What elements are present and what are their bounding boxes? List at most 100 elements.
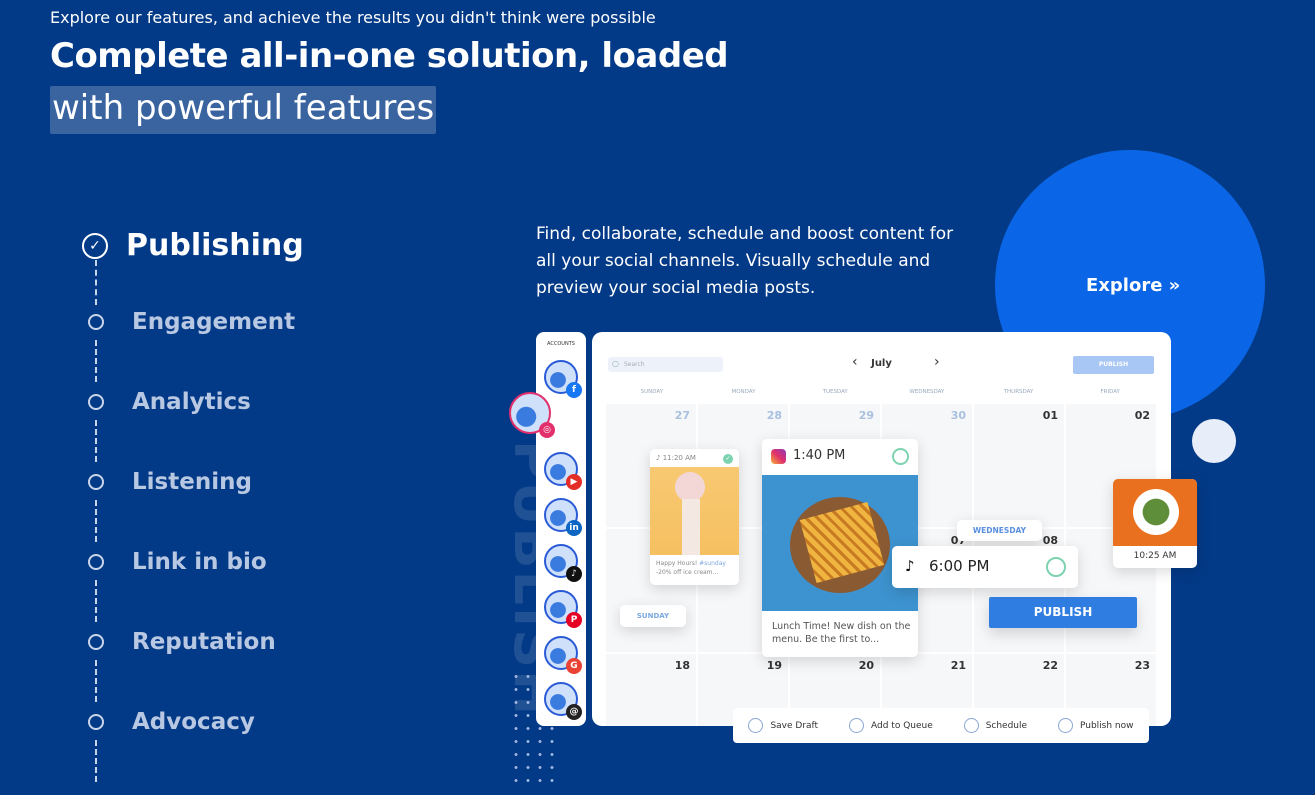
publish-top-button[interactable]: PUBLISH xyxy=(1073,356,1154,374)
weekday-header: SUNDAY MONDAY TUESDAY WEDNESDAY THURSDAY FRID… xyxy=(606,389,1156,395)
post-card-salad[interactable]: 10:25 AM xyxy=(1113,479,1197,568)
date-number: 18 xyxy=(674,659,690,672)
feature-description: Find, collaborate, schedule and boost co… xyxy=(536,224,954,298)
tiktok-icon: ♪ xyxy=(905,557,915,575)
status-circle-icon xyxy=(892,448,909,465)
nav-connector xyxy=(95,420,97,462)
feature-reputation[interactable]: Reputation xyxy=(82,629,276,655)
decorative-circle xyxy=(1192,419,1236,463)
nav-connector xyxy=(95,260,97,305)
chevron-right-icon[interactable]: › xyxy=(934,354,940,370)
nav-connector xyxy=(95,660,97,702)
date-number: 20 xyxy=(858,659,874,672)
post-caption: Happy Hours! xyxy=(656,560,700,567)
date-number: 29 xyxy=(858,409,874,422)
feature-listening[interactable]: Listening xyxy=(82,469,252,495)
account-linkedin[interactable]: in xyxy=(544,498,582,536)
feature-publishing[interactable]: ✓ Publishing xyxy=(82,228,304,263)
linkedin-icon: in xyxy=(566,520,582,536)
feature-advocacy[interactable]: Advocacy xyxy=(82,709,255,735)
date-number: 23 xyxy=(1134,659,1150,672)
post-caption: Lunch Time! New dish on the menu. Be the… xyxy=(772,621,911,645)
option-save-draft[interactable]: Save Draft xyxy=(748,718,818,733)
account-tiktok[interactable]: ♪ xyxy=(544,544,582,582)
wednesday-tag: WEDNESDAY xyxy=(957,520,1042,541)
circle-icon xyxy=(88,554,104,570)
account-google[interactable]: G xyxy=(544,636,582,674)
date-number: 22 xyxy=(1042,659,1058,672)
post-card-tiktok-small[interactable]: ♪ 11:20 AM ✓ Happy Hours! #sunday -20% of… xyxy=(650,449,739,585)
weekday-label: MONDAY xyxy=(731,389,756,395)
pinterest-icon: P xyxy=(566,612,582,628)
calendar-cell[interactable]: 18 xyxy=(606,654,696,726)
account-pinterest[interactable]: P xyxy=(544,590,582,628)
youtube-icon: ▶ xyxy=(566,474,582,490)
nav-connector xyxy=(95,500,97,542)
accounts-panel: ACCOUNTS f ◎ ▶ in ♪ P G @ xyxy=(509,332,586,726)
tiktok-icon: ♪ xyxy=(656,454,663,462)
radio-icon[interactable] xyxy=(963,718,979,733)
check-icon: ✓ xyxy=(723,454,733,464)
feature-link-in-bio[interactable]: Link in bio xyxy=(82,549,267,575)
weekday-label: THURSDAY xyxy=(1003,389,1034,395)
option-label: Add to Queue xyxy=(871,720,933,731)
radio-icon[interactable] xyxy=(748,718,764,733)
circle-icon xyxy=(88,714,104,730)
instagram-icon xyxy=(771,449,786,464)
option-add-to-queue[interactable]: Add to Queue xyxy=(849,718,933,733)
post-caption: -20% off ice cream... xyxy=(656,569,719,576)
date-number: 28 xyxy=(766,409,782,422)
account-threads[interactable]: @ xyxy=(544,682,582,720)
publish-button[interactable]: PUBLISH xyxy=(989,597,1137,628)
post-card-tiktok[interactable]: ♪ 6:00 PM xyxy=(892,546,1078,588)
instagram-icon: ◎ xyxy=(539,422,555,438)
date-number: 01 xyxy=(1042,409,1058,422)
weekday-label: WEDNESDAY xyxy=(909,389,945,395)
radio-icon[interactable] xyxy=(1057,718,1073,733)
facebook-icon: f xyxy=(566,382,582,398)
check-circle-icon: ✓ xyxy=(82,232,108,259)
date-number: 30 xyxy=(950,409,966,422)
date-number: 27 xyxy=(674,409,690,422)
option-label: Schedule xyxy=(985,720,1028,731)
account-instagram[interactable]: ◎ xyxy=(509,392,555,438)
publish-options: Save Draft Add to Queue Schedule Publish no… xyxy=(733,708,1149,743)
sandwich-image xyxy=(762,475,918,611)
circle-icon xyxy=(88,474,104,490)
date-number: 19 xyxy=(766,659,782,672)
circle-icon xyxy=(88,634,104,650)
circle-icon xyxy=(88,394,104,410)
nav-connector xyxy=(95,580,97,622)
post-time: 1:40 PM xyxy=(793,448,846,463)
radio-icon[interactable] xyxy=(849,718,865,733)
post-time: 6:00 PM xyxy=(929,557,990,575)
feature-analytics[interactable]: Analytics xyxy=(82,389,251,415)
status-circle-icon xyxy=(1046,557,1066,577)
post-time: 10:25 AM xyxy=(1133,551,1177,561)
option-publish-now[interactable]: Publish now xyxy=(1057,718,1134,733)
weekday-label: TUESDAY xyxy=(822,389,848,395)
threads-icon: @ xyxy=(566,704,582,720)
header-title: Complete all-in-one solution, loaded xyxy=(50,36,729,76)
weekday-label: SUNDAY xyxy=(640,389,664,395)
header-subtitle: Explore our features, and achieve the re… xyxy=(50,8,656,27)
nav-connector xyxy=(95,740,97,782)
nav-connector xyxy=(95,340,97,382)
ice-cream-image xyxy=(650,467,739,555)
sunday-tag: SUNDAY xyxy=(620,605,686,627)
post-hashtag: #sunday xyxy=(699,560,726,567)
calendar-cell[interactable]: 01 xyxy=(974,404,1064,527)
feature-engagement[interactable]: Engagement xyxy=(82,309,295,335)
circle-icon xyxy=(88,314,104,330)
explore-link[interactable]: Explore » xyxy=(1086,275,1180,296)
header-title-highlight: with powerful features xyxy=(50,86,437,134)
option-label: Publish now xyxy=(1079,720,1134,731)
option-schedule[interactable]: Schedule xyxy=(963,718,1028,733)
date-number: 21 xyxy=(950,659,966,672)
date-number: 02 xyxy=(1134,409,1150,422)
google-icon: G xyxy=(566,658,582,674)
salad-image xyxy=(1113,479,1197,546)
account-youtube[interactable]: ▶ xyxy=(544,452,582,490)
weekday-label: FRIDAY xyxy=(1100,389,1120,395)
account-facebook[interactable]: f xyxy=(544,360,582,398)
